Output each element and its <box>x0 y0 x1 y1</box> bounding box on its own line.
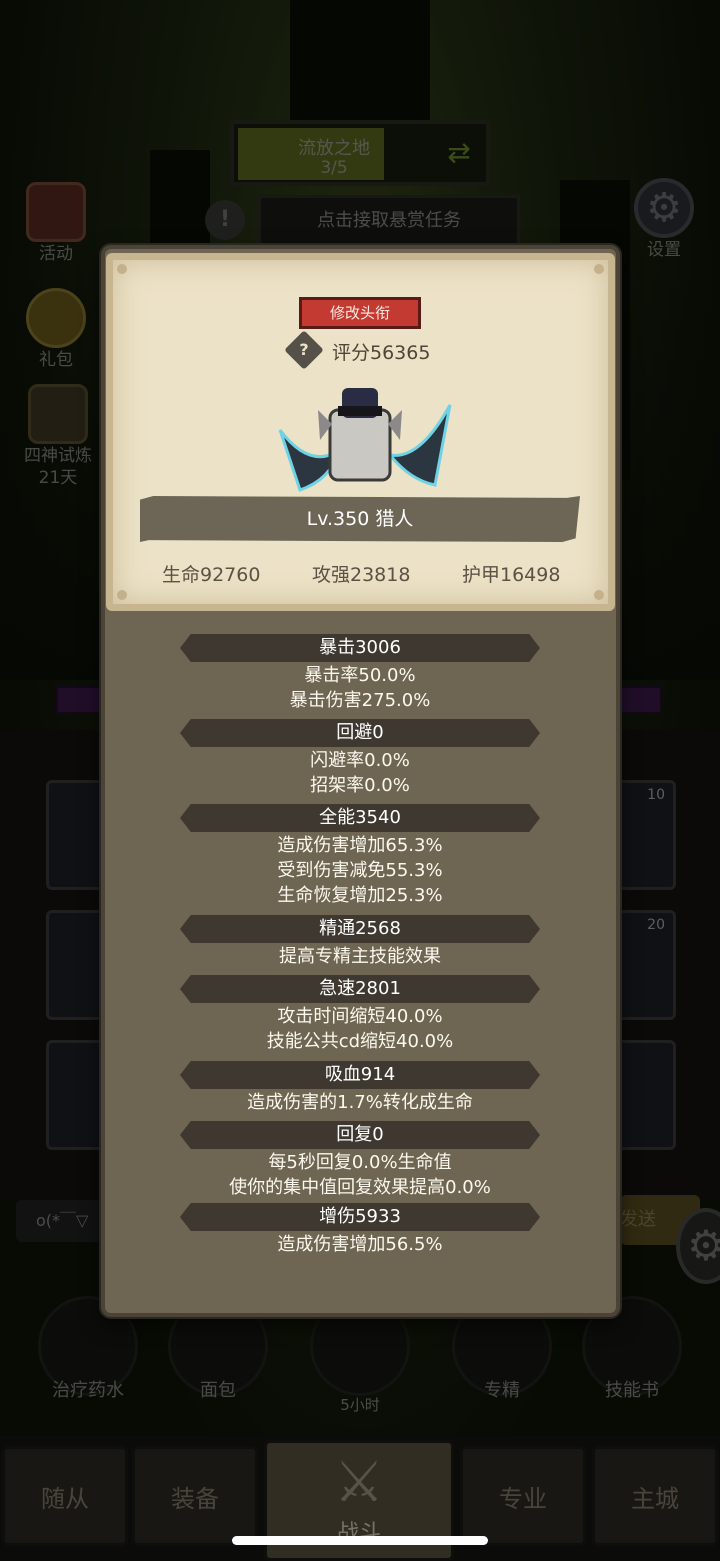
corner-rivet <box>594 590 604 600</box>
attr-crit-damage: 暴击伤害275.0% <box>289 690 431 711</box>
stat-hp: 生命92760 <box>162 564 261 586</box>
attr-damage-increase: 造成伤害增加65.3% <box>277 835 443 856</box>
corner-rivet <box>117 590 127 600</box>
attr-crit: 暴击3006 <box>180 634 540 662</box>
attr-bonus-damage: 增伤5933 <box>180 1203 540 1231</box>
attr-lifesteal: 吸血914 <box>180 1061 540 1089</box>
stat-armor: 护甲16498 <box>462 564 561 586</box>
attr-attack-time: 攻击时间缩短40.0% <box>277 1006 443 1027</box>
change-title-button[interactable]: 修改头衔 <box>299 297 421 329</box>
corner-rivet <box>117 264 127 274</box>
level-class-banner: Lv.350 猎人 <box>140 496 580 542</box>
attr-crit-rate: 暴击率50.0% <box>304 665 416 686</box>
attr-focus-regen: 使你的集中值回复效果提高0.0% <box>229 1177 491 1198</box>
attr-gcd: 技能公共cd缩短40.0% <box>266 1031 454 1052</box>
attr-regen-hp: 每5秒回复0.0%生命值 <box>268 1152 452 1173</box>
attr-haste: 急速2801 <box>180 975 540 1003</box>
attr-bonus-damage-desc: 造成伤害增加56.5% <box>277 1234 443 1255</box>
attr-avoidance: 回避0 <box>180 719 540 747</box>
attr-healing-increase: 生命恢复增加25.3% <box>277 885 443 906</box>
attr-mastery-desc: 提高专精主技能效果 <box>279 946 441 967</box>
hunter-avatar <box>278 388 452 492</box>
attr-versatility: 全能3540 <box>180 804 540 832</box>
home-indicator[interactable] <box>232 1536 488 1545</box>
corner-rivet <box>594 264 604 274</box>
stat-attack: 攻强23818 <box>312 564 411 586</box>
rating-value: 评分56365 <box>332 342 431 364</box>
attr-lifesteal-desc: 造成伤害的1.7%转化成生命 <box>247 1092 473 1113</box>
help-icon[interactable]: ? <box>284 330 324 370</box>
attr-dodge-rate: 闪避率0.0% <box>310 750 410 771</box>
attr-regen: 回复0 <box>180 1121 540 1149</box>
attr-damage-reduction: 受到伤害减免55.3% <box>277 860 443 881</box>
attr-mastery: 精通2568 <box>180 915 540 943</box>
attr-parry-rate: 招架率0.0% <box>310 775 410 796</box>
